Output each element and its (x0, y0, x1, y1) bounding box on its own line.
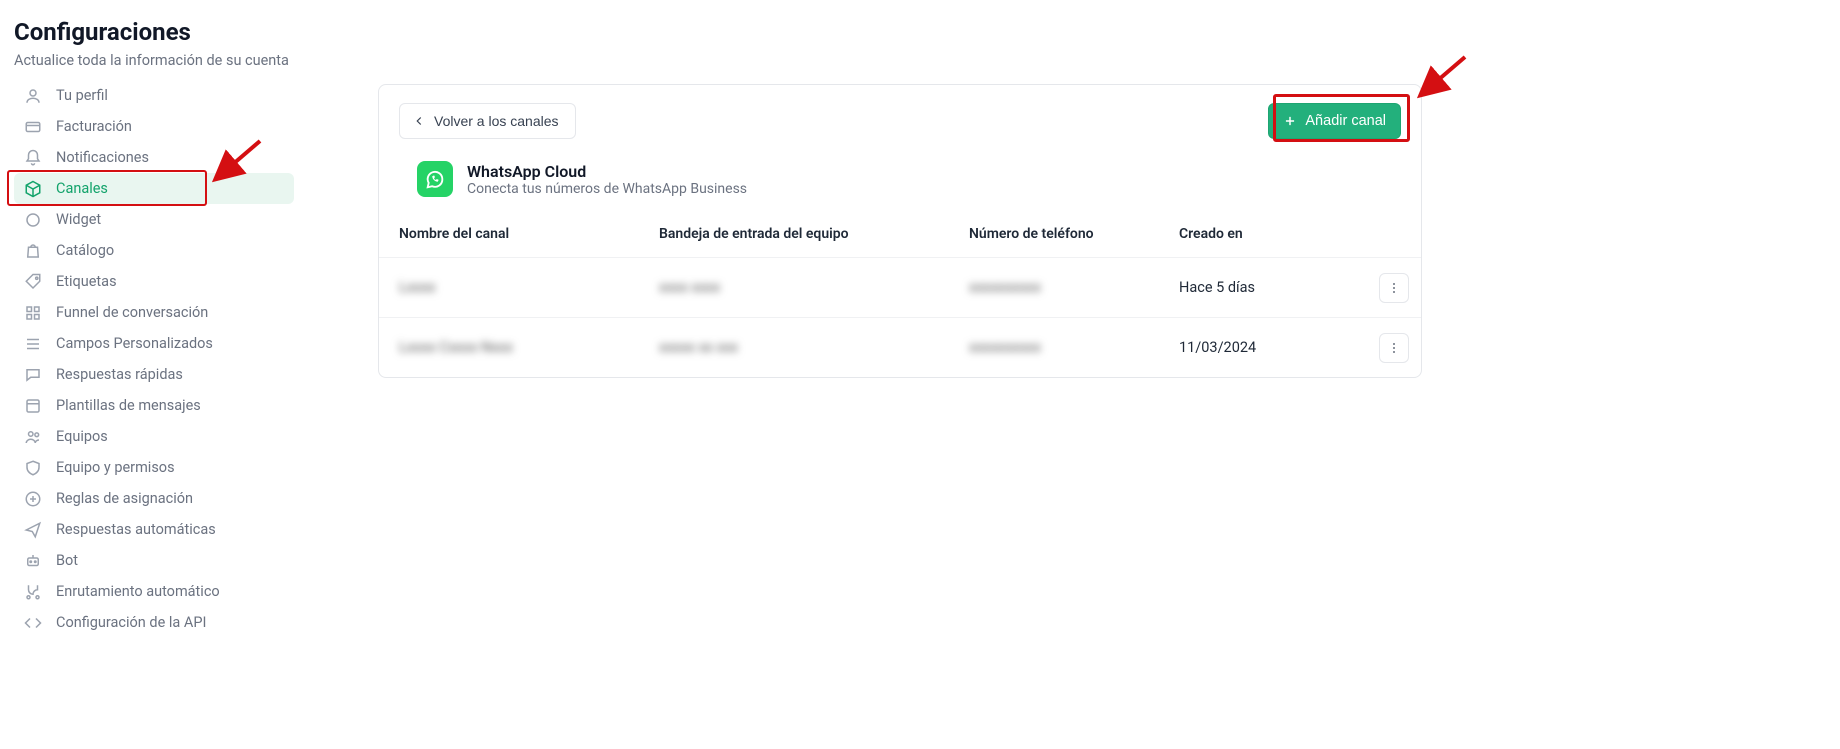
sidebar-item-custom-fields[interactable]: Campos Personalizados (14, 328, 294, 359)
sidebar-item-notifications[interactable]: Notificaciones (14, 142, 294, 173)
plus-icon (1283, 114, 1297, 128)
sidebar-item-label: Tu perfil (56, 87, 108, 104)
shield-icon (24, 459, 42, 477)
sidebar-item-permissions[interactable]: Equipo y permisos (14, 452, 294, 483)
grid-icon (24, 304, 42, 322)
send-icon (24, 521, 42, 539)
channel-subtitle: Conecta tus números de WhatsApp Business (467, 181, 747, 197)
sidebar-item-tags[interactable]: Etiquetas (14, 266, 294, 297)
sidebar-item-label: Equipo y permisos (56, 459, 175, 476)
table-row: Lxxxx Cxxxx Nxxx xxxxx xx xxx xxxxxxxxxx… (379, 317, 1421, 377)
sidebar-item-widget[interactable]: Widget (14, 204, 294, 235)
sidebar-item-label: Respuestas rápidas (56, 366, 183, 383)
page-header: Configuraciones Actualice toda la inform… (14, 18, 1840, 69)
col-header-name: Nombre del canal (399, 226, 659, 242)
sidebar-item-bot[interactable]: Bot (14, 545, 294, 576)
branch-icon (24, 583, 42, 601)
cell-created: 11/03/2024 (1179, 339, 1379, 356)
row-actions-button[interactable] (1379, 333, 1409, 363)
sidebar-item-assignment-rules[interactable]: Reglas de asignación (14, 483, 294, 514)
arrow-left-icon (412, 114, 426, 128)
sidebar-item-label: Canales (56, 180, 108, 197)
channel-title: WhatsApp Cloud (467, 162, 747, 181)
table-row: Lxxxx xxxx xxxx xxxxxxxxxx Hace 5 días (379, 257, 1421, 317)
sidebar-item-label: Etiquetas (56, 273, 117, 290)
sidebar-item-profile[interactable]: Tu perfil (14, 80, 294, 111)
sidebar-item-label: Reglas de asignación (56, 490, 193, 507)
list-icon (24, 335, 42, 353)
sidebar-item-billing[interactable]: Facturación (14, 111, 294, 142)
col-header-phone: Número de teléfono (969, 226, 1179, 242)
sidebar-item-label: Widget (56, 211, 101, 228)
cell-created: Hace 5 días (1179, 279, 1379, 296)
card-icon (24, 118, 42, 136)
users-icon (24, 428, 42, 446)
back-button-label: Volver a los canales (434, 113, 559, 129)
settings-sidebar: Tu perfil Facturación Notificaciones Can… (14, 80, 294, 638)
sidebar-item-label: Catálogo (56, 242, 114, 259)
whatsapp-icon (417, 161, 453, 197)
sidebar-item-label: Bot (56, 552, 78, 569)
col-header-inbox: Bandeja de entrada del equipo (659, 226, 969, 242)
cell-phone: xxxxxxxxxx (969, 279, 1179, 296)
sidebar-item-channels[interactable]: Canales (14, 173, 294, 204)
back-to-channels-button[interactable]: Volver a los canales (399, 103, 576, 139)
chat-icon (24, 366, 42, 384)
channels-card: Volver a los canales Añadir canal WhatsA… (378, 84, 1422, 378)
page-title: Configuraciones (14, 18, 1840, 46)
sidebar-item-label: Plantillas de mensajes (56, 397, 201, 414)
sidebar-item-label: Campos Personalizados (56, 335, 213, 352)
code-icon (24, 614, 42, 632)
add-channel-button[interactable]: Añadir canal (1268, 103, 1401, 139)
cell-name: Lxxxx Cxxxx Nxxx (399, 339, 659, 356)
sidebar-item-label: Enrutamiento automático (56, 583, 220, 600)
cell-phone: xxxxxxxxxx (969, 339, 1179, 356)
bell-icon (24, 149, 42, 167)
template-icon (24, 397, 42, 415)
plus-circle-icon (24, 490, 42, 508)
page-subtitle: Actualice toda la información de su cuen… (14, 52, 1840, 69)
sidebar-item-teams[interactable]: Equipos (14, 421, 294, 452)
sidebar-item-templates[interactable]: Plantillas de mensajes (14, 390, 294, 421)
bot-icon (24, 552, 42, 570)
sidebar-item-api[interactable]: Configuración de la API (14, 607, 294, 638)
card-toolbar: Volver a los canales Añadir canal (379, 85, 1421, 139)
circle-icon (24, 211, 42, 229)
row-actions-button[interactable] (1379, 273, 1409, 303)
bag-icon (24, 242, 42, 260)
user-icon (24, 87, 42, 105)
cell-inbox: xxxx xxxx (659, 279, 969, 296)
channels-table: Nombre del canal Bandeja de entrada del … (379, 211, 1421, 377)
add-button-label: Añadir canal (1305, 113, 1386, 129)
cell-name: Lxxxx (399, 279, 659, 296)
tag-icon (24, 273, 42, 291)
sidebar-item-label: Notificaciones (56, 149, 149, 166)
sidebar-item-auto-replies[interactable]: Respuestas automáticas (14, 514, 294, 545)
cube-icon (24, 180, 42, 198)
sidebar-item-label: Funnel de conversación (56, 304, 208, 321)
sidebar-item-quick-replies[interactable]: Respuestas rápidas (14, 359, 294, 390)
sidebar-item-catalog[interactable]: Catálogo (14, 235, 294, 266)
col-header-created: Creado en (1179, 226, 1379, 242)
sidebar-item-auto-routing[interactable]: Enrutamiento automático (14, 576, 294, 607)
table-header: Nombre del canal Bandeja de entrada del … (379, 211, 1421, 257)
sidebar-item-funnel[interactable]: Funnel de conversación (14, 297, 294, 328)
channel-header: WhatsApp Cloud Conecta tus números de Wh… (379, 139, 1421, 211)
sidebar-item-label: Facturación (56, 118, 132, 135)
cell-inbox: xxxxx xx xxx (659, 339, 969, 356)
sidebar-item-label: Respuestas automáticas (56, 521, 216, 538)
sidebar-item-label: Equipos (56, 428, 108, 445)
sidebar-item-label: Configuración de la API (56, 614, 206, 631)
